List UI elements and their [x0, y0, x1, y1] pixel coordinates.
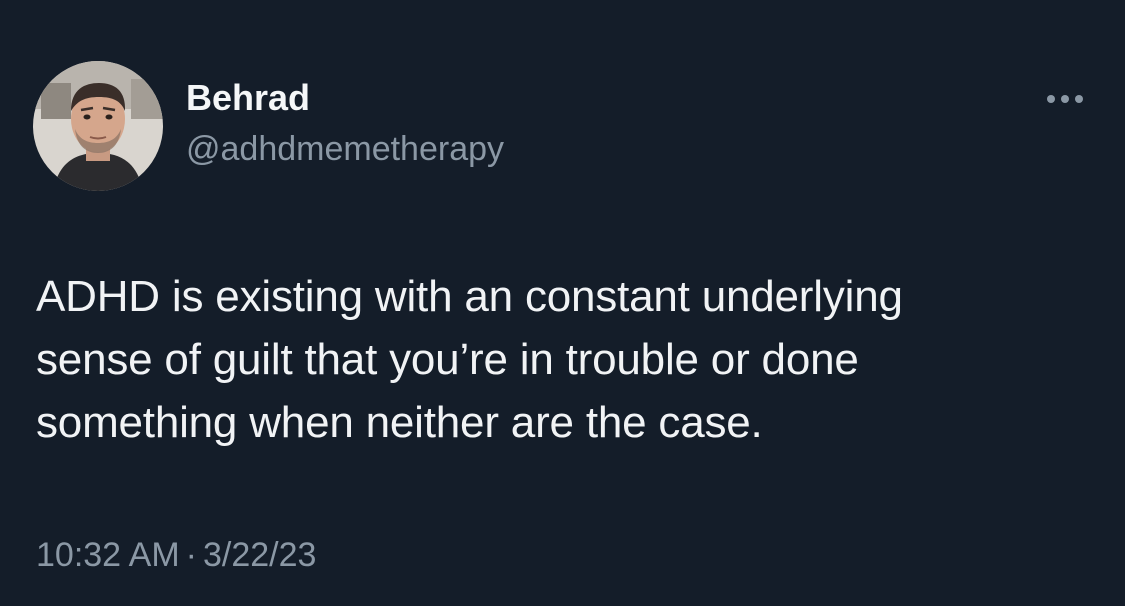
user-avatar-photo-icon: [33, 61, 163, 191]
more-options-icon: [1047, 95, 1083, 103]
tweet-text: ADHD is existing with an constant underl…: [36, 272, 903, 447]
tweet-date: 3/22/23: [202, 536, 317, 574]
author-handle[interactable]: @adhdmemetherapy: [186, 128, 504, 170]
tweet-card: Behrad @adhdmemetherapy ADHD is existing…: [0, 0, 1125, 606]
tweet-time: 10:32 AM: [36, 536, 180, 574]
tweet-timestamp[interactable]: 10:32 AM · 3/22/23: [36, 534, 316, 576]
avatar[interactable]: [33, 61, 163, 191]
author-display-name[interactable]: Behrad: [186, 76, 310, 120]
meta-separator: ·: [185, 536, 197, 574]
more-options-button[interactable]: [1040, 86, 1090, 112]
